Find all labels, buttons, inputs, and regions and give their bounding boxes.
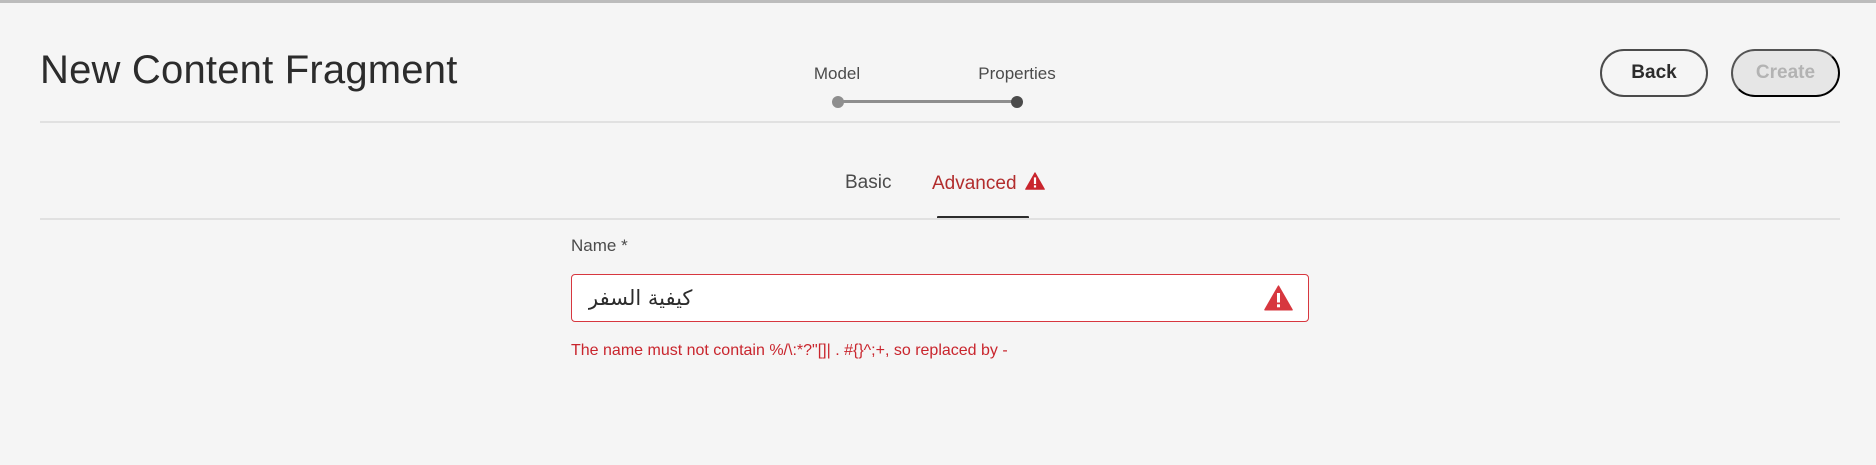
name-error-message: The name must not contain %/\:*?"[]| . #… xyxy=(571,342,1008,359)
tabs-divider xyxy=(40,218,1840,220)
name-input[interactable] xyxy=(571,274,1309,322)
tab-advanced[interactable]: Advanced xyxy=(932,172,1045,196)
step-track xyxy=(838,100,1018,103)
tab-basic[interactable]: Basic xyxy=(845,172,891,194)
back-button[interactable]: Back xyxy=(1600,49,1708,97)
step-dot-properties xyxy=(1011,96,1023,108)
header-divider xyxy=(40,121,1840,123)
create-button[interactable]: Create xyxy=(1731,49,1840,97)
tab-basic-label: Basic xyxy=(845,172,892,193)
step-label-model: Model xyxy=(813,64,861,83)
alert-triangle-icon xyxy=(1264,285,1293,316)
step-dot-model[interactable] xyxy=(832,96,844,108)
name-field-label: Name * xyxy=(571,236,628,255)
tab-advanced-label: Advanced xyxy=(932,173,1017,194)
alert-triangle-icon xyxy=(1024,172,1045,196)
top-border xyxy=(0,0,1876,3)
step-label-properties: Properties xyxy=(978,64,1056,83)
page-title: New Content Fragment xyxy=(40,48,458,92)
